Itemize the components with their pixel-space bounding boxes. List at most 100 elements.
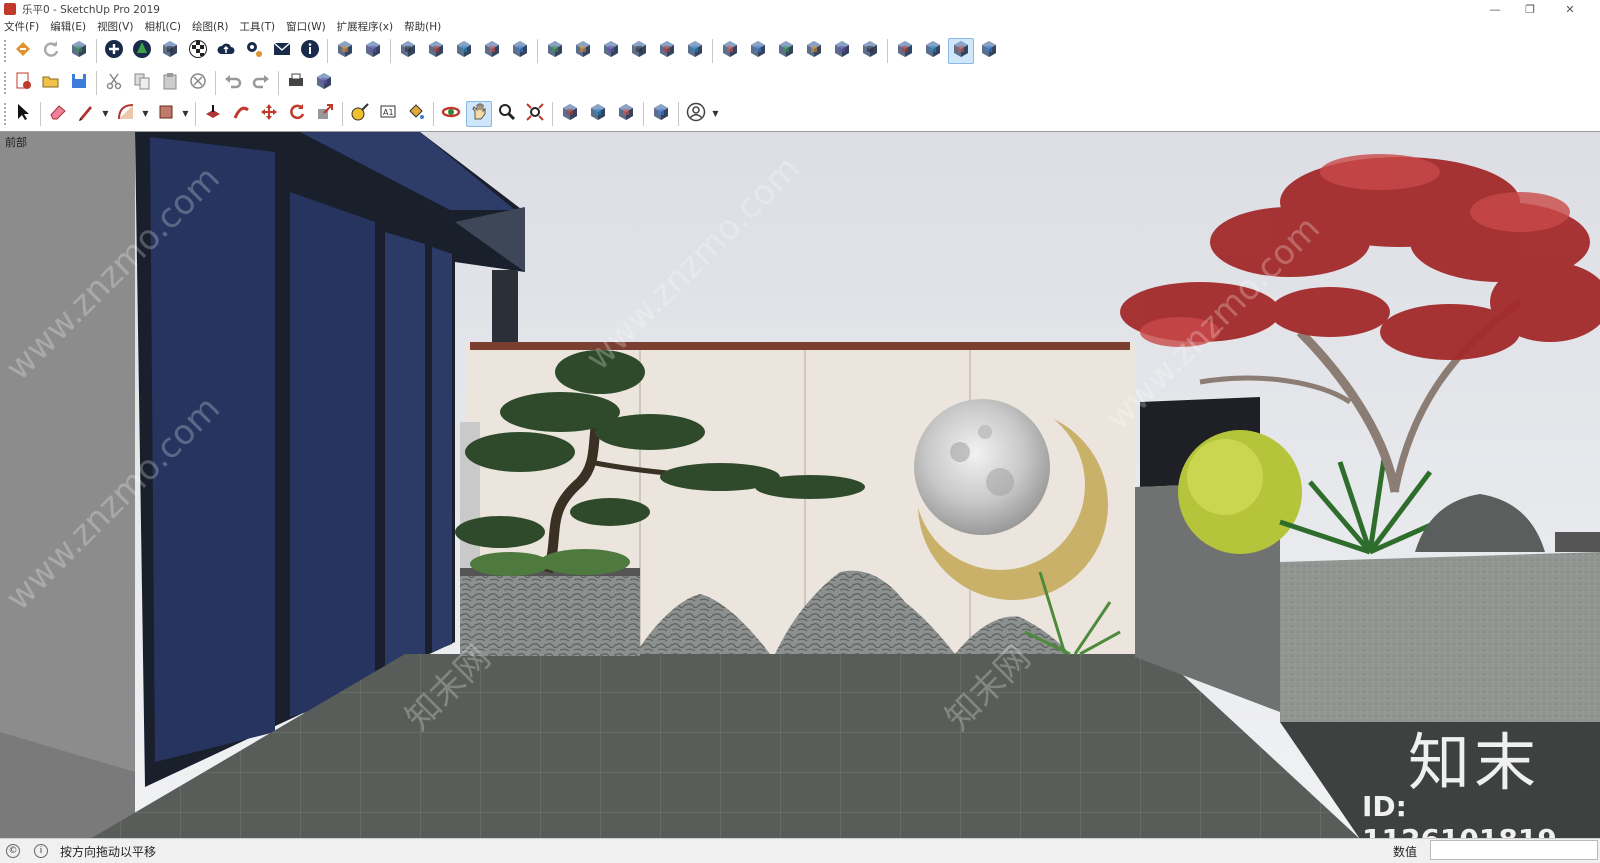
refresh-button[interactable] [38, 38, 64, 64]
move-icon [259, 102, 279, 125]
follow-me-button[interactable] [228, 101, 254, 127]
rectangle-icon [156, 102, 176, 125]
front-view-button[interactable] [598, 38, 624, 64]
scene-tab-label[interactable]: 前部 [5, 134, 27, 150]
paper-button[interactable] [332, 38, 358, 64]
rectangle-button[interactable] [153, 101, 179, 127]
erase-icon [188, 71, 208, 94]
add-button[interactable] [101, 38, 127, 64]
copy-button[interactable] [129, 70, 155, 96]
sandbox-from-contours-button[interactable] [395, 38, 421, 64]
rotate-button[interactable] [284, 101, 310, 127]
mail-button[interactable] [269, 38, 295, 64]
eraser-button[interactable] [45, 101, 71, 127]
push-pull-button[interactable] [200, 101, 226, 127]
gear-plugin-button[interactable] [241, 38, 267, 64]
undo-button[interactable] [220, 70, 246, 96]
erase-button[interactable] [185, 70, 211, 96]
text-button[interactable]: A1 [375, 101, 401, 127]
move-button[interactable] [256, 101, 282, 127]
info-button[interactable] [297, 38, 323, 64]
zoom-extents-button[interactable] [522, 101, 548, 127]
monochrome-style-button[interactable] [857, 38, 883, 64]
share-model-button[interactable] [585, 101, 611, 127]
grid-paper-button[interactable] [360, 38, 386, 64]
close-icon[interactable]: ✕ [1555, 0, 1585, 18]
chevron-down-icon[interactable]: ▼ [181, 101, 190, 127]
extension-warehouse-button[interactable] [10, 38, 36, 64]
share-component-button[interactable] [613, 101, 639, 127]
section-display-button[interactable] [948, 37, 974, 64]
toolbar-separator [215, 70, 216, 95]
toolbar-grip[interactable] [4, 39, 7, 62]
chart-button[interactable] [157, 38, 183, 64]
warehouse-button[interactable] [557, 101, 583, 127]
back-view-button[interactable] [654, 38, 680, 64]
arc-button[interactable] [113, 101, 139, 127]
tree-button[interactable] [129, 38, 155, 64]
chevron-down-icon[interactable]: ▼ [141, 101, 150, 127]
tree-icon [132, 39, 152, 62]
menu-tools[interactable]: 工具(T) [239, 19, 275, 34]
wireframe-style-icon [748, 39, 768, 62]
position-camera-button[interactable] [892, 38, 918, 64]
sandbox-from-scratch-button[interactable] [423, 38, 449, 64]
toolbar-grip[interactable] [4, 102, 7, 125]
redo-button[interactable] [248, 70, 274, 96]
model-viewport[interactable]: www.znzmo.com www.znzmo.com www.znzmo.co… [0, 131, 1600, 838]
tape-measure-button[interactable] [347, 101, 373, 127]
measurements-input[interactable] [1430, 840, 1598, 860]
left-view-button[interactable] [682, 38, 708, 64]
open-file-button[interactable] [38, 70, 64, 96]
iso-view-button[interactable] [542, 38, 568, 64]
shaded-style-button[interactable] [801, 38, 827, 64]
account-button[interactable] [683, 101, 709, 127]
smoove-button[interactable] [451, 38, 477, 64]
cut-button[interactable] [101, 70, 127, 96]
hidden-line-style-button[interactable] [773, 38, 799, 64]
info-status-icon[interactable]: i [34, 844, 48, 858]
menu-help[interactable]: 帮助(H) [404, 19, 441, 34]
geo-location-icon[interactable]: © [6, 844, 20, 858]
section-fill-button[interactable] [976, 38, 1002, 64]
paste-button[interactable] [157, 70, 183, 96]
stamp-button[interactable] [479, 38, 505, 64]
layers-export-button[interactable] [66, 38, 92, 64]
push-pull-icon [203, 102, 223, 125]
model-info-icon [314, 71, 334, 94]
menu-window[interactable]: 窗口(W) [286, 19, 326, 34]
save-button[interactable] [66, 70, 92, 96]
menu-camera[interactable]: 相机(C) [144, 19, 181, 34]
right-view-button[interactable] [626, 38, 652, 64]
minimize-icon[interactable]: — [1480, 0, 1510, 18]
checker-button[interactable] [185, 38, 211, 64]
wireframe-style-button[interactable] [745, 38, 771, 64]
toolbar-grip[interactable] [4, 71, 7, 94]
paint-bucket-button[interactable] [403, 101, 429, 127]
menu-draw[interactable]: 绘图(R) [192, 19, 229, 34]
toolbar-row-3: ▼ ▼ ▼ A1 ▼ [0, 98, 1600, 129]
new-file-button[interactable] [10, 70, 36, 96]
orbit-button[interactable] [438, 101, 464, 127]
zoom-button[interactable] [494, 101, 520, 127]
pan-button[interactable] [466, 100, 492, 127]
select-button[interactable] [10, 101, 36, 127]
extension-manager-button[interactable] [648, 101, 674, 127]
chevron-down-icon[interactable]: ▼ [711, 101, 720, 127]
textured-style-button[interactable] [829, 38, 855, 64]
restore-icon[interactable]: ❐ [1515, 0, 1545, 18]
model-info-button[interactable] [311, 70, 337, 96]
chevron-down-icon[interactable]: ▼ [101, 101, 110, 127]
menu-edit[interactable]: 编辑(E) [50, 19, 86, 34]
top-view-button[interactable] [570, 38, 596, 64]
menu-extensions[interactable]: 扩展程序(x) [337, 19, 393, 34]
section-plane-button[interactable] [920, 38, 946, 64]
pencil-button[interactable] [73, 101, 99, 127]
menu-file[interactable]: 文件(F) [4, 19, 39, 34]
xray-style-button[interactable] [717, 38, 743, 64]
menu-view[interactable]: 视图(V) [97, 19, 133, 34]
scale-button[interactable] [312, 101, 338, 127]
cloud-upload-button[interactable] [213, 38, 239, 64]
drape-button[interactable] [507, 38, 533, 64]
print-button[interactable] [283, 70, 309, 96]
